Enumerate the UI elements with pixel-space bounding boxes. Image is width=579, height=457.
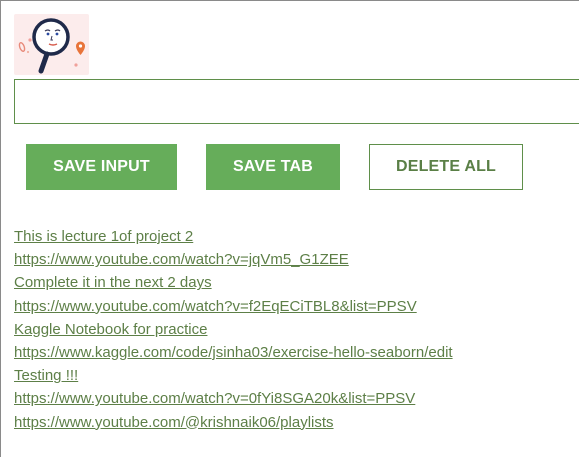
saved-link[interactable]: Testing !!!: [14, 367, 78, 384]
saved-link[interactable]: https://www.youtube.com/watch?v=f2EqECiT…: [14, 298, 417, 315]
input-field-container: [14, 79, 579, 124]
list-item: https://www.youtube.com/watch?v=0fYi8SGA…: [14, 389, 453, 412]
save-input-button[interactable]: SAVE INPUT: [26, 144, 177, 190]
magnifying-glass-face-icon: [18, 18, 85, 74]
list-item: Complete it in the next 2 days: [14, 273, 453, 296]
list-item: https://www.youtube.com/watch?v=jqVm5_G1…: [14, 250, 453, 273]
delete-all-button[interactable]: DELETE ALL: [369, 144, 523, 190]
app-logo: [14, 14, 89, 75]
list-item: This is lecture 1of project 2: [14, 227, 453, 250]
saved-link[interactable]: https://www.youtube.com/watch?v=0fYi8SGA…: [14, 390, 415, 407]
list-item: https://www.youtube.com/@krishnaik06/pla…: [14, 413, 453, 436]
saved-link[interactable]: https://www.youtube.com/@krishnaik06/pla…: [14, 414, 334, 431]
saved-link[interactable]: https://www.youtube.com/watch?v=jqVm5_G1…: [14, 251, 349, 268]
list-item: https://www.kaggle.com/code/jsinha03/exe…: [14, 343, 453, 366]
saved-links-list: This is lecture 1of project 2 https://ww…: [14, 227, 453, 436]
saved-link[interactable]: This is lecture 1of project 2: [14, 228, 193, 245]
saved-link[interactable]: Kaggle Notebook for practice: [14, 321, 207, 338]
list-item: Kaggle Notebook for practice: [14, 320, 453, 343]
list-item: https://www.youtube.com/watch?v=f2EqECiT…: [14, 297, 453, 320]
save-tab-button[interactable]: SAVE TAB: [206, 144, 340, 190]
link-input[interactable]: [15, 80, 579, 123]
saved-link[interactable]: https://www.kaggle.com/code/jsinha03/exe…: [14, 344, 453, 361]
list-item: Testing !!!: [14, 366, 453, 389]
saved-link[interactable]: Complete it in the next 2 days: [14, 274, 212, 291]
